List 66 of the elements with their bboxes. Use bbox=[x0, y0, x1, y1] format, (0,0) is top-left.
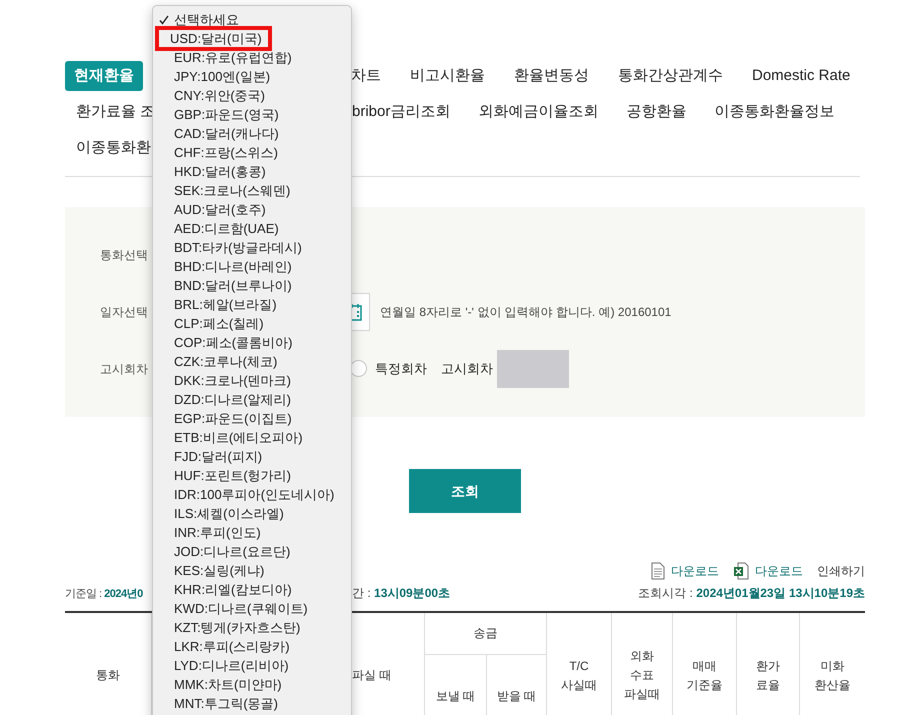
dropdown-option[interactable]: SEK:크로나(스웨덴) bbox=[174, 182, 290, 199]
radio-label[interactable]: 특정회차 bbox=[375, 358, 427, 378]
dropdown-option[interactable]: FJD:달러(피지) bbox=[174, 448, 262, 465]
table-header-cell: 송금 bbox=[425, 613, 547, 655]
tab[interactable]: 이종통화환 bbox=[76, 133, 151, 163]
dropdown-option[interactable]: EGP:파운드(이집트) bbox=[174, 410, 292, 427]
dropdown-option[interactable]: CZK:코루나(체코) bbox=[174, 353, 278, 370]
dropdown-option[interactable]: DZD:디나르(알제리) bbox=[174, 391, 291, 408]
dropdown-option[interactable]: BDT:타카(방글라데시) bbox=[174, 239, 302, 256]
dropdown-option[interactable]: BND:달러(브루나이) bbox=[174, 277, 292, 294]
print-link[interactable]: 인쇄하기 bbox=[817, 562, 865, 580]
tab[interactable]: 공항환율 bbox=[626, 97, 686, 127]
dropdown-option[interactable]: ETB:비르(에티오피아) bbox=[174, 429, 303, 446]
dropdown-option[interactable]: BHD:디나르(바레인) bbox=[174, 258, 292, 275]
base-date: 기준일 : 2024년0 bbox=[65, 588, 143, 600]
dropdown-option[interactable]: CAD:달러(캐나다) bbox=[174, 125, 279, 142]
dropdown-option[interactable]: IDR:100루피아(인도네시아) bbox=[174, 486, 334, 503]
date-hint: 연월일 8자리로 '-' 없이 입력해야 합니다. 예) 20160101 bbox=[380, 304, 672, 320]
document-icon bbox=[651, 562, 665, 580]
dropdown-option[interactable]: INR:루피(인도) bbox=[174, 524, 261, 541]
spreadsheet-icon bbox=[733, 562, 749, 580]
table-header-cell: 파실 때 bbox=[352, 613, 425, 715]
dropdown-option[interactable]: MMK:차트(미얀마) bbox=[174, 676, 282, 693]
search-button[interactable]: 조회 bbox=[409, 469, 521, 513]
dropdown-option[interactable]: CNY:위안(중국) bbox=[174, 87, 265, 104]
field-label: 고시회차 bbox=[100, 362, 148, 376]
tab[interactable]: 통화간상관계수 bbox=[618, 61, 723, 91]
dropdown-option[interactable]: KZT:텡게(카자흐스탄) bbox=[174, 619, 300, 636]
dropdown-option[interactable]: DKK:크로나(덴마크) bbox=[174, 372, 291, 389]
query-time: 조회시각 : 2024년01월23일 13시10분19초 bbox=[638, 585, 865, 602]
dropdown-option[interactable]: ILS:셰켈(이스라엘) bbox=[174, 505, 284, 522]
dropdown-option[interactable]: KES:실링(케냐) bbox=[174, 562, 264, 579]
dropdown-option[interactable]: CLP:페소(칠레) bbox=[174, 315, 264, 332]
dropdown-option[interactable]: KWD:디나르(쿠웨이트) bbox=[174, 600, 308, 617]
dropdown-option[interactable]: GBP:파운드(영국) bbox=[174, 106, 279, 123]
tab[interactable]: 이종통화환율정보 bbox=[714, 97, 834, 127]
round-field[interactable] bbox=[497, 350, 569, 388]
dropdown-option[interactable]: COP:페소(콜롬비아) bbox=[174, 334, 292, 351]
dropdown-option[interactable]: LKR:루피(스리랑카) bbox=[174, 638, 290, 655]
dropdown-option[interactable]: HUF:포린트(헝가리) bbox=[174, 467, 291, 484]
dropdown-option[interactable]: BRL:헤알(브라질) bbox=[174, 296, 277, 313]
dropdown-option[interactable]: 선택하세요 bbox=[174, 11, 239, 28]
dropdown-option[interactable]: CHF:프랑(스위스) bbox=[174, 144, 278, 161]
dropdown-option[interactable]: LYD:디나르(리비아) bbox=[174, 657, 289, 674]
dropdown-option[interactable]: AED:디르함(UAE) bbox=[174, 220, 279, 237]
dropdown-option[interactable]: JPY:100엔(일본) bbox=[174, 68, 270, 85]
dropdown-option[interactable]: USD:달러(미국) bbox=[155, 26, 272, 51]
tab[interactable]: Domestic Rate bbox=[752, 61, 850, 91]
dropdown-option[interactable]: KHR:리엘(캄보디아) bbox=[174, 581, 292, 598]
dropdown-option[interactable]: HKD:달러(홍콩) bbox=[174, 163, 266, 180]
download-link[interactable]: 다운로드 bbox=[733, 562, 803, 580]
tab[interactable]: 현재환율 bbox=[65, 61, 143, 91]
notice-time: 간 : 13시09분00초 bbox=[352, 585, 450, 602]
field-label: 고시회차 bbox=[441, 360, 493, 378]
tab[interactable]: 외화예금이율조회 bbox=[478, 97, 598, 127]
dropdown-option[interactable]: MNT:투그릭(몽골) bbox=[174, 695, 278, 712]
dropdown-option[interactable]: EUR:유로(유럽연합) bbox=[174, 49, 292, 66]
tab[interactable]: 환율변동성 bbox=[514, 61, 589, 91]
download-link[interactable]: 다운로드 bbox=[651, 562, 719, 580]
field-label: 통화선택 bbox=[100, 246, 148, 264]
field-label: 일자선택 bbox=[100, 304, 148, 318]
tab[interactable]: bribor금리조회 bbox=[352, 97, 450, 127]
dropdown-option[interactable]: AUD:달러(호주) bbox=[174, 201, 266, 218]
tab[interactable]: 비고시환율 bbox=[410, 61, 485, 91]
tab[interactable]: 차트 bbox=[351, 61, 381, 91]
dropdown-option[interactable]: JOD:디나르(요르단) bbox=[174, 543, 290, 560]
